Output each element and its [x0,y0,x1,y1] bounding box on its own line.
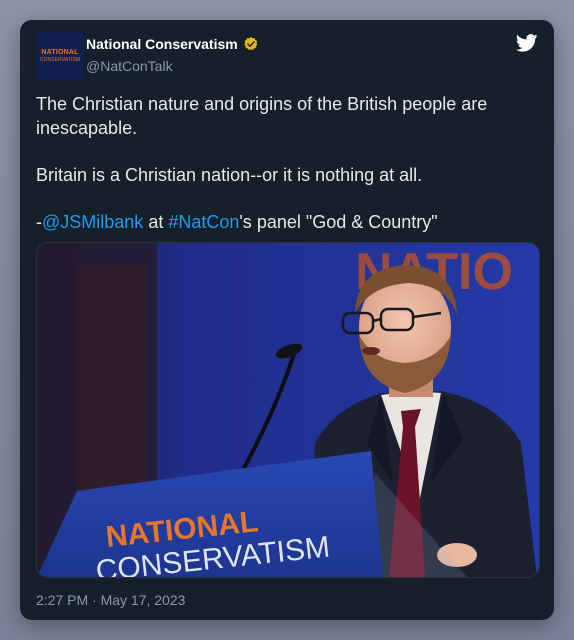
display-name[interactable]: National Conservatism [86,36,238,52]
avatar-text-line2: CONSERVATISM [39,57,81,63]
hashtag-link[interactable]: #NatCon [168,212,239,232]
mention-link[interactable]: @JSMilbank [42,212,143,232]
attribution-mid: at [143,212,169,232]
tweet-text: The Christian nature and origins of the … [36,92,536,257]
tweet-paragraph-1: The Christian nature and origins of the … [36,94,488,138]
tweet-timestamp[interactable]: 2:27 PM · May 17, 2023 [36,592,185,608]
tweet-paragraph-2: Britain is a Christian nation--or it is … [36,165,423,185]
bird-logo-icon[interactable] [515,34,538,52]
attribution-suffix: 's panel "God & Country" [239,212,438,232]
author-name-row: National Conservatism [86,36,259,52]
avatar-text-line1: NATIONAL [41,49,79,56]
tweet-paragraph-3: -@JSMilbank at #NatCon's panel "God & Co… [36,210,536,234]
tweet-media-photo[interactable]: NATIONAL CONSERVATISM [36,242,540,578]
author-handle[interactable]: @NatConTalk [86,58,173,74]
verified-badge-icon [243,36,259,52]
avatar[interactable]: NATIONAL CONSERVATISM [36,32,84,80]
tweet-card[interactable]: NATIONAL CONSERVATISM National Conservat… [20,20,554,620]
